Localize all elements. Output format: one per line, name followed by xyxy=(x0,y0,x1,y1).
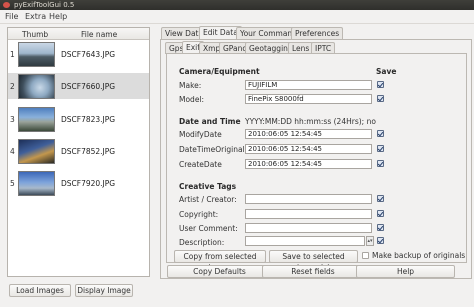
make-backup-label: Make backup of originals xyxy=(372,251,466,260)
thumbnail-image xyxy=(18,74,55,99)
thumbnail-image xyxy=(18,171,55,196)
copyright-label: Copyright: xyxy=(179,210,219,219)
save-user-comment-checkbox[interactable] xyxy=(377,224,384,231)
camera-section-title: Camera/Equipment xyxy=(179,67,260,76)
save-modifydate-checkbox[interactable] xyxy=(377,130,384,137)
reset-fields-button[interactable]: Reset fields xyxy=(262,265,364,278)
save-copyright-checkbox[interactable] xyxy=(377,210,384,217)
user-comment-field[interactable] xyxy=(245,223,372,233)
row-number: 3 xyxy=(10,115,15,124)
creative-section-title: Creative Tags xyxy=(179,182,237,191)
thumbnail-image xyxy=(18,42,55,67)
make-field[interactable]: FUJIFILM xyxy=(245,80,372,90)
copy-from-selected-image-button[interactable]: Copy from selected image xyxy=(174,250,266,272)
column-header-thumb[interactable]: Thumb xyxy=(22,30,48,39)
datetimeoriginal-field[interactable]: 2010:06:05 12:54:45 xyxy=(245,144,372,154)
file-list[interactable]: Thumb File name 1 DSCF7643.JPG 2 DSCF766… xyxy=(7,27,150,277)
save-createdate-checkbox[interactable] xyxy=(377,160,384,167)
file-row-selected[interactable]: 2 DSCF7660.JPG xyxy=(8,73,149,100)
column-header-filename[interactable]: File name xyxy=(81,30,117,39)
datetime-format-hint: YYYY:MM:DD hh:mm:ss (24Hrs); no checki xyxy=(245,117,376,126)
save-model-checkbox[interactable] xyxy=(377,95,384,102)
row-number: 2 xyxy=(10,82,15,91)
window-titlebar: pyExifToolGui 0.5 xyxy=(0,0,474,10)
file-name: DSCF7852.JPG xyxy=(61,147,116,156)
tab-preferences[interactable]: Preferences xyxy=(291,27,344,39)
file-name: DSCF7660.JPG xyxy=(61,82,116,91)
createdate-label: CreateDate xyxy=(179,160,222,169)
display-image-button[interactable]: Display Image xyxy=(75,284,133,297)
load-images-button[interactable]: Load Images xyxy=(9,284,71,297)
save-to-selected-images-button[interactable]: Save to selected image(s) xyxy=(269,250,358,272)
window-title: pyExifToolGui 0.5 xyxy=(14,1,75,9)
file-row[interactable]: 5 DSCF7920.JPG xyxy=(8,170,149,197)
artist-field[interactable] xyxy=(245,194,372,204)
description-label: Description: xyxy=(179,238,225,247)
user-comment-label: User Comment: xyxy=(179,224,238,233)
modifydate-field[interactable]: 2010:06:05 12:54:45 xyxy=(245,129,372,139)
datetimeoriginal-label: DateTimeOriginal xyxy=(179,145,245,154)
file-row[interactable]: 1 DSCF7643.JPG xyxy=(8,41,149,68)
file-name: DSCF7823.JPG xyxy=(61,115,116,124)
file-name: DSCF7920.JPG xyxy=(61,179,116,188)
thumbnail-image xyxy=(18,107,55,132)
help-button[interactable]: Help xyxy=(356,265,455,278)
menubar: File Extra Help xyxy=(0,10,474,24)
save-make-checkbox[interactable] xyxy=(377,81,384,88)
modifydate-label: ModifyDate xyxy=(179,130,222,139)
datetime-section-title: Date and Time xyxy=(179,117,241,126)
save-description-checkbox[interactable] xyxy=(377,237,384,244)
app-icon xyxy=(3,2,10,8)
row-number: 4 xyxy=(10,147,15,156)
copyright-field[interactable] xyxy=(245,209,372,219)
save-artist-checkbox[interactable] xyxy=(377,195,384,202)
save-datetimeoriginal-checkbox[interactable] xyxy=(377,145,384,152)
artist-label: Artist / Creator: xyxy=(179,195,237,204)
make-label: Make: xyxy=(179,81,202,90)
row-number: 5 xyxy=(10,179,15,188)
thumbnail-image xyxy=(18,139,55,164)
menu-help[interactable]: Help xyxy=(49,12,67,21)
createdate-field[interactable]: 2010:06:05 12:54:45 xyxy=(245,159,372,169)
description-field[interactable] xyxy=(245,236,365,246)
copy-defaults-button[interactable]: Copy Defaults xyxy=(167,265,272,278)
file-name: DSCF7643.JPG xyxy=(61,50,116,59)
file-row[interactable]: 3 DSCF7823.JPG xyxy=(8,106,149,133)
file-list-header: Thumb File name xyxy=(8,28,149,40)
menu-file[interactable]: File xyxy=(5,12,18,21)
description-resize-handle[interactable]: ▴▾ xyxy=(366,236,374,246)
file-row[interactable]: 4 DSCF7852.JPG xyxy=(8,138,149,165)
save-column-header: Save xyxy=(376,67,397,76)
row-number: 1 xyxy=(10,50,15,59)
make-backup-checkbox[interactable] xyxy=(362,252,369,259)
model-label: Model: xyxy=(179,95,205,104)
menu-extra[interactable]: Extra xyxy=(25,12,46,21)
model-field[interactable]: FinePix S8000fd xyxy=(245,94,372,104)
